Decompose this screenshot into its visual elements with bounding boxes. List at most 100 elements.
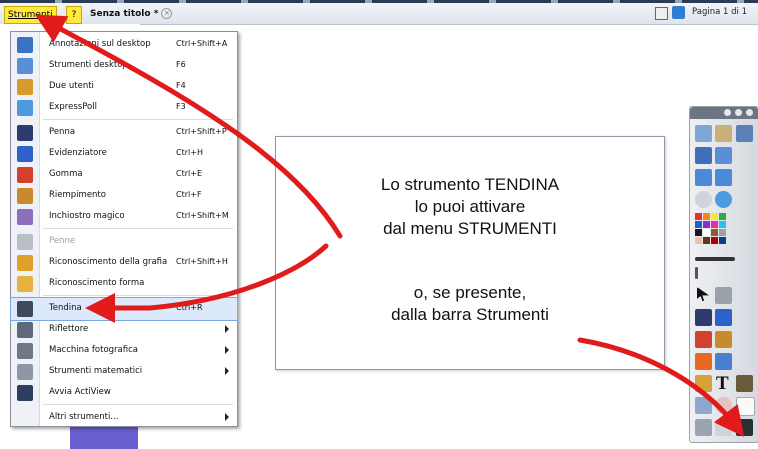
toolbar-menu-icon[interactable] xyxy=(724,109,731,116)
strumenti-dropdown-menu: Annotazioni sul desktop Ctrl+Shift+A Strum… xyxy=(10,31,238,427)
color-swatch[interactable] xyxy=(695,229,702,236)
menu-separator xyxy=(43,404,233,405)
tab-bar: Strumenti ? Senza titolo * × Pagina 1 di … xyxy=(0,0,758,25)
menu-item-shortcut: Ctrl+Shift+P xyxy=(176,127,227,136)
screen-shade-icon[interactable] xyxy=(736,419,753,436)
menu-separator xyxy=(43,295,233,296)
shape-recognition-icon xyxy=(17,276,33,292)
connector-icon[interactable] xyxy=(715,353,732,370)
magic-ink-icon[interactable] xyxy=(695,375,712,392)
color-swatch[interactable] xyxy=(719,229,726,236)
menu-item-macchina-fotografica[interactable]: Macchina fotografica xyxy=(11,340,237,362)
menu-item-altri-strumenti[interactable]: Altri strumenti... xyxy=(11,407,237,429)
handwriting-recognition-icon[interactable] xyxy=(695,397,712,414)
color-swatch[interactable] xyxy=(711,221,718,228)
desktop-annotation-icon[interactable] xyxy=(695,147,712,164)
line-width-slider[interactable] xyxy=(695,257,735,261)
color-swatch[interactable] xyxy=(711,237,718,244)
menu-item-strumenti-desktop[interactable]: Strumenti desktop F6 xyxy=(11,55,237,77)
multi-select-icon[interactable] xyxy=(715,287,732,304)
toolbar-settings-icon[interactable] xyxy=(735,109,742,116)
highlighter-icon[interactable] xyxy=(715,309,732,326)
menu-item-riconoscimento-della-grafia[interactable]: Riconoscimento della grafia Ctrl+Shift+H xyxy=(11,252,237,274)
menu-item-label: Due utenti xyxy=(49,81,94,91)
menu-item-label: Macchina fotografica xyxy=(49,345,138,355)
help-menu-button[interactable]: ? xyxy=(66,6,82,24)
expresspoll-icon[interactable] xyxy=(715,191,732,208)
color-swatch[interactable] xyxy=(703,237,710,244)
menu-item-expresspoll[interactable]: ExpressPoll F3 xyxy=(11,97,237,119)
handwriting-recognition-icon xyxy=(17,255,33,271)
menu-item-penna[interactable]: Penna Ctrl+Shift+P xyxy=(11,122,237,144)
browser-icon[interactable] xyxy=(715,125,732,142)
page-browser-icon[interactable] xyxy=(672,6,685,19)
shapes-icon[interactable] xyxy=(695,353,712,370)
color-swatch[interactable] xyxy=(695,213,702,220)
close-tab-icon[interactable]: × xyxy=(161,8,173,19)
menu-item-strumenti-matematici[interactable]: Strumenti matematici xyxy=(11,361,237,383)
page-previous-icon[interactable] xyxy=(695,169,712,186)
color-swatch[interactable] xyxy=(711,213,718,220)
menu-item-label: Riflettore xyxy=(49,324,89,334)
flipchart-icon[interactable] xyxy=(695,125,712,142)
undo-icon[interactable] xyxy=(695,419,712,436)
menu-item-label: Tendina xyxy=(49,303,82,313)
select-cursor-icon[interactable] xyxy=(697,287,709,301)
menu-item-riempimento[interactable]: Riempimento Ctrl+F xyxy=(11,185,237,207)
menu-item-label: Riconoscimento forma xyxy=(49,278,145,288)
color-swatch[interactable] xyxy=(695,237,702,244)
text-tool-icon[interactable]: T xyxy=(716,373,729,395)
expresspoll-start-icon[interactable] xyxy=(695,191,712,208)
toolbar-close-icon[interactable] xyxy=(746,109,753,116)
color-swatch[interactable] xyxy=(719,237,726,244)
eraser-icon[interactable] xyxy=(695,331,712,348)
menu-item-label: Penne xyxy=(49,236,76,246)
color-swatch[interactable] xyxy=(703,213,710,220)
menu-item-avvia-actiview[interactable]: Avvia ActiView xyxy=(11,382,237,404)
menu-item-shortcut: F6 xyxy=(176,60,186,69)
menu-item-due-utenti[interactable]: Due utenti F4 xyxy=(11,76,237,98)
menu-item-annotazioni-sul-desktop[interactable]: Annotazioni sul desktop Ctrl+Shift+A xyxy=(11,34,237,56)
dual-user-icon xyxy=(17,79,33,95)
menu-item-shortcut: Ctrl+Shift+A xyxy=(176,39,228,48)
document-tab[interactable]: Senza titolo * × xyxy=(86,5,176,23)
tools-toolbar: T xyxy=(689,106,758,443)
menu-item-label: Avvia ActiView xyxy=(49,387,111,397)
page-next-icon[interactable] xyxy=(715,169,732,186)
color-swatch[interactable] xyxy=(703,229,710,236)
blank-page-icon[interactable] xyxy=(736,397,755,416)
color-swatch[interactable] xyxy=(719,213,726,220)
line-width-handle[interactable] xyxy=(695,267,698,279)
page-view-icon[interactable] xyxy=(655,7,668,20)
redo-icon[interactable] xyxy=(715,419,732,436)
fill-icon[interactable] xyxy=(715,331,732,348)
color-swatch[interactable] xyxy=(703,221,710,228)
menu-item-riflettore[interactable]: Riflettore xyxy=(11,319,237,341)
color-swatch[interactable] xyxy=(719,221,726,228)
pen-settings-icon[interactable] xyxy=(736,125,753,142)
menu-item-label: Riconoscimento della grafia xyxy=(49,257,168,267)
pen-icon[interactable] xyxy=(695,309,712,326)
menu-item-label: Strumenti matematici xyxy=(49,366,143,376)
menu-item-gomma[interactable]: Gomma Ctrl+E xyxy=(11,164,237,186)
menu-item-shortcut: F3 xyxy=(176,102,186,111)
camera-icon xyxy=(17,343,33,359)
submenu-arrow-icon xyxy=(225,367,229,375)
toolbar-titlebar[interactable] xyxy=(690,107,758,119)
clear-icon[interactable] xyxy=(715,397,732,414)
pens-icon xyxy=(17,234,33,250)
menu-item-shortcut: Ctrl+E xyxy=(176,169,202,178)
menu-item-shortcut: Ctrl+R xyxy=(176,303,203,312)
desktop-tools-icon[interactable] xyxy=(715,147,732,164)
spotlight-icon xyxy=(17,322,33,338)
strumenti-menu-button[interactable]: Strumenti xyxy=(4,6,57,24)
menu-item-tendina[interactable]: Tendina Ctrl+R xyxy=(10,297,238,321)
reveal-tool-icon[interactable] xyxy=(736,375,753,392)
menu-item-shortcut: Ctrl+H xyxy=(176,148,203,157)
menu-item-riconoscimento-forma[interactable]: Riconoscimento forma xyxy=(11,273,237,295)
color-swatch[interactable] xyxy=(695,221,702,228)
submenu-arrow-icon xyxy=(225,325,229,333)
menu-item-inchiostro-magico[interactable]: Inchiostro magico Ctrl+Shift+M xyxy=(11,206,237,228)
color-swatch[interactable] xyxy=(711,229,718,236)
menu-item-evidenziatore[interactable]: Evidenziatore Ctrl+H xyxy=(11,143,237,165)
